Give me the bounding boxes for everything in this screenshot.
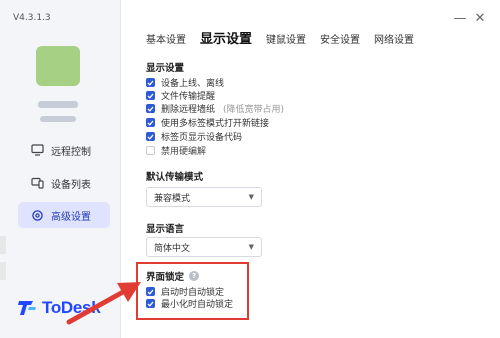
option-tab-device-code[interactable]: 标签页显示设备代码 — [146, 130, 242, 143]
blurred-device-name — [38, 101, 78, 108]
minimize-button[interactable]: — — [450, 8, 470, 28]
checkbox-checked[interactable] — [146, 118, 155, 127]
tab-security[interactable]: 安全设置 — [320, 31, 360, 46]
checkbox-checked[interactable] — [146, 104, 155, 113]
sidebar-item-label: 远程控制 — [51, 146, 91, 158]
caret-down-icon: ▼ — [248, 243, 254, 251]
option-hint: (降低宽带占用) — [223, 105, 285, 115]
todesk-logo-icon — [18, 301, 36, 315]
sidebar-item-advanced-settings[interactable]: 高级设置 — [18, 202, 110, 228]
option-multi-tab[interactable]: 使用多标签模式打开新链接 — [146, 116, 269, 129]
option-device-online[interactable]: 设备上线、离线 — [146, 76, 224, 89]
option-disable-hw-decode[interactable]: 禁用硬编解 — [146, 144, 206, 157]
option-label: 禁用硬编解 — [161, 147, 207, 157]
option-label: 设备上线、离线 — [161, 79, 225, 89]
sidebar-item-devices[interactable]: 设备列表 — [18, 170, 110, 196]
option-label: 使用多标签模式打开新链接 — [161, 119, 270, 129]
option-file-transfer[interactable]: 文件传输提醒 — [146, 89, 215, 102]
background-window-edge — [0, 236, 6, 254]
tab-display[interactable]: 显示设置 — [200, 28, 252, 47]
section-title-display: 显示设置 — [146, 63, 185, 74]
version-label: V4.3.1.3 — [13, 13, 51, 23]
tab-basic[interactable]: 基本设置 — [146, 31, 186, 46]
caret-down-icon: ▼ — [248, 193, 254, 201]
sidebar-item-label: 设备列表 — [51, 179, 91, 191]
transfer-mode-select[interactable]: 兼容模式 ▼ — [146, 187, 262, 207]
option-remove-wallpaper[interactable]: 删除远程墙纸 (降低宽带占用) — [146, 102, 284, 115]
checkbox-checked[interactable] — [146, 78, 155, 87]
window-controls: — ✕ — [450, 8, 490, 28]
language-select[interactable]: 简体中文 ▼ — [146, 237, 262, 257]
settings-tabs: 基本设置 显示设置 键鼠设置 安全设置 网络设置 — [146, 28, 428, 47]
settings-window: V4.3.1.3 远程控制 设备列表 高级设置 ToDesk — ✕ 基本设置 … — [0, 0, 500, 338]
gear-icon — [30, 208, 44, 222]
checkbox-checked[interactable] — [146, 132, 155, 141]
tab-network[interactable]: 网络设置 — [374, 31, 414, 46]
highlight-box — [136, 262, 249, 320]
option-label: 删除远程墙纸 — [161, 105, 216, 115]
checkbox-checked[interactable] — [146, 91, 155, 100]
monitor-icon — [30, 143, 44, 157]
select-value: 简体中文 — [154, 243, 191, 254]
select-value: 兼容模式 — [154, 193, 191, 204]
red-arrow-annotation — [66, 282, 141, 325]
avatar — [36, 46, 80, 86]
sidebar-item-remote-control[interactable]: 远程控制 — [18, 137, 110, 163]
checkbox-unchecked[interactable] — [146, 146, 155, 155]
devices-icon — [30, 176, 44, 190]
sidebar-item-label: 高级设置 — [51, 211, 91, 223]
section-title-transfer-mode: 默认传输模式 — [146, 172, 204, 183]
option-label: 标签页显示设备代码 — [161, 133, 243, 143]
option-label: 文件传输提醒 — [161, 92, 216, 102]
background-window-edge — [0, 262, 6, 280]
blurred-device-id — [40, 116, 76, 122]
tab-keyboard-mouse[interactable]: 键鼠设置 — [266, 31, 306, 46]
close-button[interactable]: ✕ — [470, 8, 490, 28]
section-title-language: 显示语言 — [146, 224, 185, 235]
